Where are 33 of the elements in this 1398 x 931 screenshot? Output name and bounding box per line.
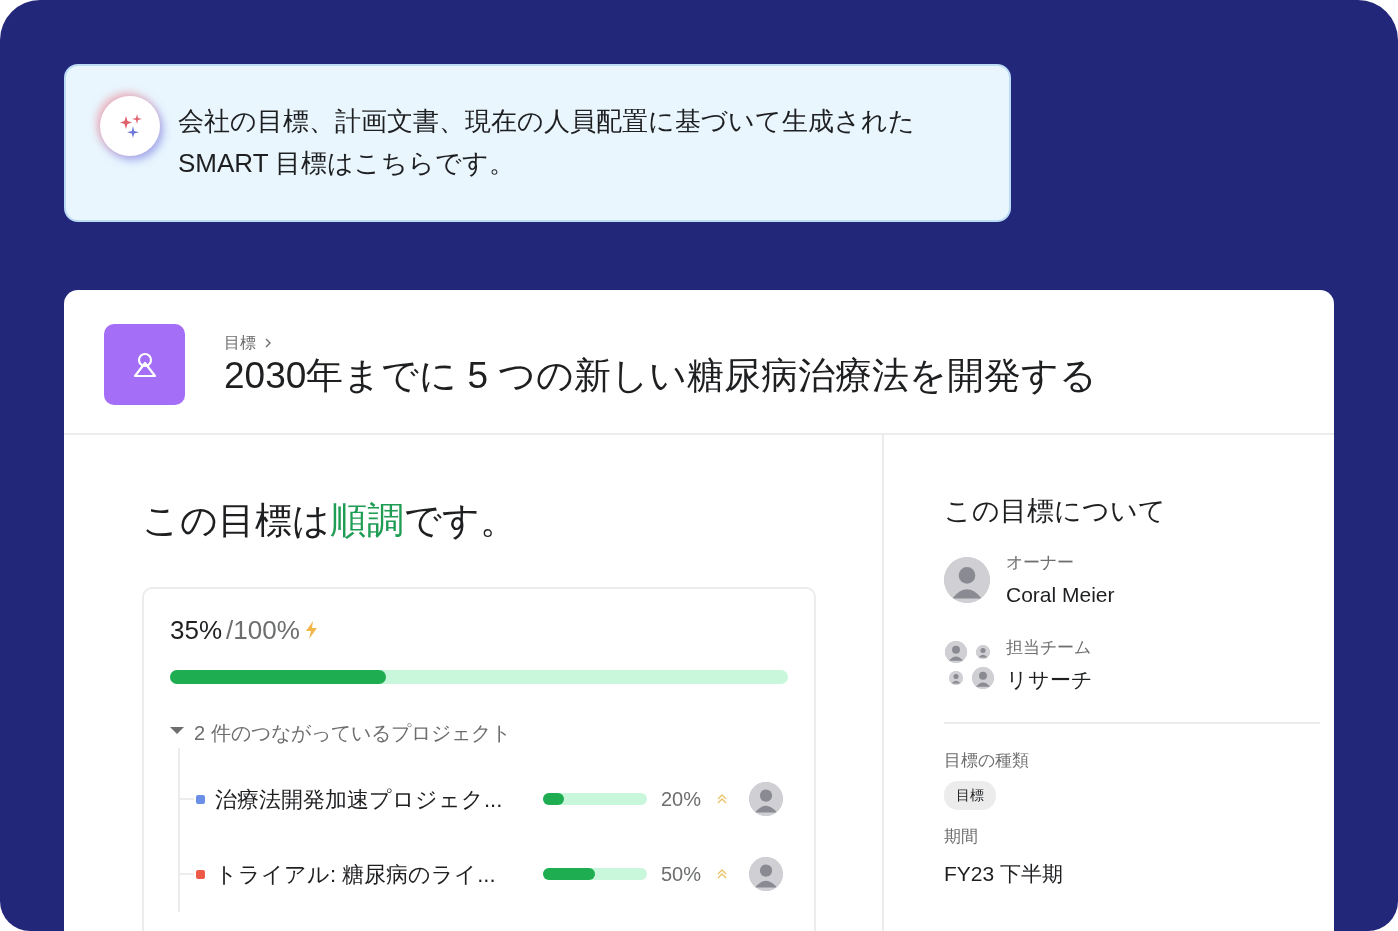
project-percent: 20% — [661, 787, 703, 812]
period-value: FY23 下半期 — [944, 860, 1065, 887]
period-label: 期間 — [944, 826, 979, 848]
avatar — [749, 782, 783, 816]
owner-name[interactable]: Coral Meier — [1006, 579, 1115, 611]
goal-type-label: 目標の種類 — [944, 749, 1030, 772]
sparkle-icon — [118, 114, 142, 138]
about-heading: この目標について — [944, 495, 1167, 528]
avatar — [944, 557, 990, 603]
progress-value: 35% — [170, 613, 223, 647]
goal-type-tag: 目標 — [944, 781, 996, 810]
avatar — [976, 645, 990, 659]
breadcrumb-link[interactable]: 目標 — [224, 331, 256, 356]
progress-total: /100% — [226, 613, 300, 647]
double-chevron-up-icon — [717, 868, 727, 880]
projects-toggle[interactable]: 2 件のつながっているプロジェクト — [170, 717, 511, 748]
owner-label: オーナー — [1006, 551, 1075, 574]
avatar — [949, 671, 963, 685]
double-chevron-up-icon — [717, 793, 727, 805]
avatar — [749, 857, 783, 891]
status-sentence: この目標は順調です。 — [142, 499, 518, 543]
project-name[interactable]: 治療法開発加速プロジェク... — [215, 782, 543, 816]
avatar — [945, 641, 967, 663]
team-label: 担当チーム — [1006, 636, 1092, 659]
chevron-right-icon — [264, 338, 272, 349]
project-percent: 50% — [661, 862, 703, 887]
project-name[interactable]: トライアル: 糖尿病のライ... — [215, 857, 543, 891]
team-name[interactable]: リサーチ — [1006, 664, 1093, 696]
banner-message: 会社の目標、計画文書、現在の人員配置に基づいて生成された SMART 目標はこちらです。 — [178, 105, 916, 180]
goal-title: 2030年までに 5 つの新しい糖尿病治療法を開発する — [224, 355, 1098, 398]
goal-icon — [104, 324, 185, 405]
lightning-icon — [303, 621, 318, 639]
avatar — [972, 667, 994, 689]
